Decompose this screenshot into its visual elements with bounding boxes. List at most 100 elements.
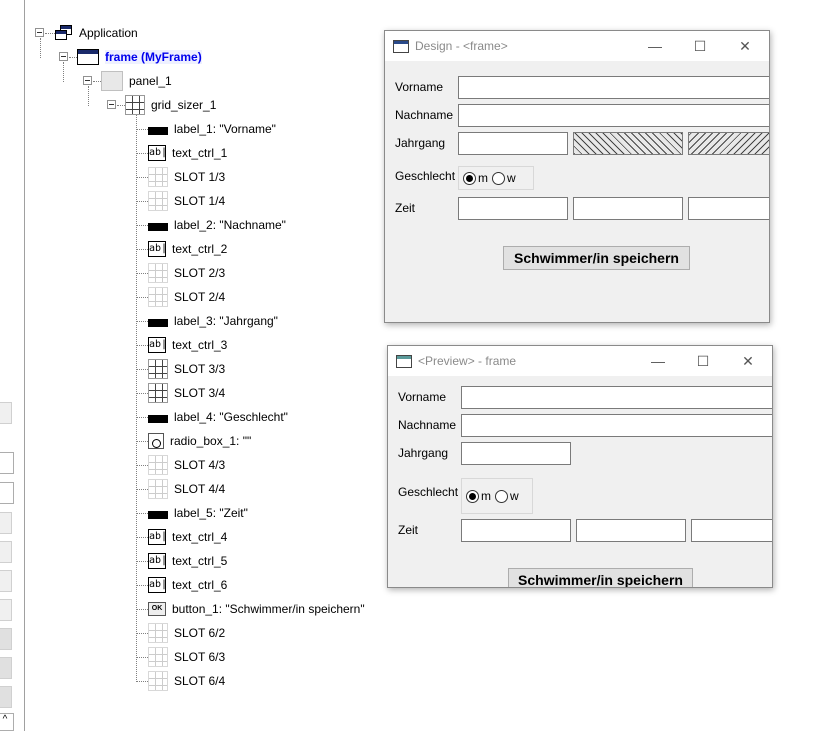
vorname-field[interactable] <box>458 76 769 99</box>
left-panel-button[interactable] <box>0 628 12 650</box>
left-panel-field[interactable] <box>0 482 14 504</box>
tree-node-label: text_ctrl_2 <box>172 242 228 256</box>
collapse-toggle[interactable] <box>59 52 68 61</box>
tree-node-label: text_ctrl_5 <box>172 554 228 568</box>
left-panel-button[interactable] <box>0 512 12 534</box>
tree-node[interactable]: SLOT 6/3 <box>148 647 225 667</box>
tree-node-label: button_1: "Schwimmer/in speichern" <box>172 602 365 616</box>
design-window-titlebar[interactable]: Design - <frame> — ☐ ✕ <box>385 31 769 61</box>
zeit-field-1[interactable] <box>461 519 571 542</box>
left-panel-button[interactable] <box>0 599 12 621</box>
tree-node-label: grid_sizer_1 <box>151 98 217 112</box>
tree-node[interactable]: ab| text_ctrl_2 <box>148 240 227 258</box>
radio-w[interactable]: w <box>495 489 519 503</box>
jahrgang-field[interactable] <box>461 442 571 465</box>
tree-node[interactable]: SLOT 3/4 <box>148 383 225 403</box>
window-icon <box>396 354 412 368</box>
tree-node[interactable]: OK button_1: "Schwimmer/in speichern" <box>148 600 365 618</box>
zeit-field-2[interactable] <box>576 519 686 542</box>
tree-node[interactable]: Application <box>55 24 138 42</box>
tree-node[interactable]: grid_sizer_1 <box>125 95 217 115</box>
design-window[interactable]: Design - <frame> — ☐ ✕ Vorname Nachname … <box>384 30 770 323</box>
label-icon <box>148 127 168 135</box>
maximize-icon[interactable]: ☐ <box>690 37 710 55</box>
empty-slot[interactable] <box>573 132 683 155</box>
tree-node[interactable]: SLOT 1/3 <box>148 167 226 187</box>
preview-window-content: Vorname Nachname Jahrgang Geschlecht m w… <box>388 377 772 587</box>
tree-node[interactable]: ab| text_ctrl_4 <box>148 528 227 546</box>
radio-m[interactable]: m <box>466 489 491 503</box>
save-button[interactable]: Schwimmer/in speichern <box>508 568 693 587</box>
zeit-label: Zeit <box>395 201 416 215</box>
zeit-field-1[interactable] <box>458 197 568 220</box>
tree-node[interactable]: label_4: "Geschlecht" <box>148 408 288 426</box>
empty-slot[interactable] <box>688 132 769 155</box>
slot-icon <box>148 647 168 667</box>
tree-node[interactable]: frame (MyFrame) <box>77 48 202 66</box>
left-panel-button[interactable] <box>0 402 12 424</box>
tree-node[interactable]: SLOT 1/4 <box>148 191 225 211</box>
scroll-up-icon[interactable]: ^ <box>0 713 14 731</box>
tree-connector <box>93 81 101 82</box>
tree-node-label: text_ctrl_6 <box>172 578 228 592</box>
collapse-toggle[interactable] <box>35 28 44 37</box>
tree-node[interactable]: SLOT 4/4 <box>148 479 225 499</box>
radio-w[interactable]: w <box>492 171 516 185</box>
nachname-field[interactable] <box>458 104 769 127</box>
preview-window[interactable]: <Preview> - frame — ☐ ✕ Vorname Nachname… <box>387 345 773 588</box>
tree-node[interactable]: panel_1 <box>101 71 172 91</box>
tree-node[interactable]: radio_box_1: "" <box>148 432 251 450</box>
tree-node-label: radio_box_1: "" <box>170 434 252 448</box>
zeit-field-3[interactable] <box>688 197 769 220</box>
zeit-field-3[interactable] <box>691 519 772 542</box>
jahrgang-label: Jahrgang <box>398 446 449 460</box>
tree-node[interactable]: label_2: "Nachname" <box>148 216 286 234</box>
left-panel-field[interactable] <box>0 452 14 474</box>
tree-node[interactable]: SLOT 6/4 <box>148 671 225 691</box>
tree-connector <box>69 57 77 58</box>
collapse-toggle[interactable] <box>83 76 92 85</box>
tree-node-label: SLOT 1/3 <box>174 170 226 184</box>
tree-node-label: text_ctrl_3 <box>172 338 228 352</box>
left-panel-button[interactable] <box>0 541 12 563</box>
tree-node[interactable]: SLOT 2/4 <box>148 287 225 307</box>
jahrgang-field[interactable] <box>458 132 568 155</box>
left-panel-button[interactable] <box>0 657 12 679</box>
tree-connector <box>136 110 137 682</box>
preview-window-titlebar[interactable]: <Preview> - frame — ☐ ✕ <box>388 346 772 376</box>
nachname-label: Nachname <box>398 418 457 432</box>
tree-node[interactable]: label_3: "Jahrgang" <box>148 312 278 330</box>
nachname-field[interactable] <box>461 414 772 437</box>
grid-sizer-icon <box>125 95 145 115</box>
text-ctrl-icon: ab| <box>148 241 167 257</box>
tree-node-label: SLOT 6/2 <box>174 626 226 640</box>
close-icon[interactable]: ✕ <box>735 37 755 55</box>
zeit-field-2[interactable] <box>573 197 683 220</box>
slot-icon <box>148 455 168 475</box>
left-panel-button[interactable] <box>0 570 12 592</box>
save-button[interactable]: Schwimmer/in speichern <box>503 246 690 270</box>
tree-node-label: SLOT 4/3 <box>174 458 226 472</box>
left-panel-button[interactable] <box>0 686 12 708</box>
geschlecht-radiobox[interactable]: m w <box>458 166 534 190</box>
tree-node[interactable]: ab| text_ctrl_1 <box>148 144 227 162</box>
collapse-toggle[interactable] <box>107 100 116 109</box>
vorname-field[interactable] <box>461 386 772 409</box>
tree-node[interactable]: ab| text_ctrl_3 <box>148 336 227 354</box>
maximize-icon[interactable]: ☐ <box>693 352 713 370</box>
minimize-icon[interactable]: — <box>648 352 668 370</box>
tree-node[interactable]: SLOT 2/3 <box>148 263 225 283</box>
tree-node[interactable]: ab| text_ctrl_5 <box>148 552 227 570</box>
tree-node[interactable]: label_1: "Vorname" <box>148 120 276 138</box>
window-icon <box>393 39 409 53</box>
tree-node[interactable]: SLOT 6/2 <box>148 623 226 643</box>
tree-node[interactable]: SLOT 3/3 <box>148 359 225 379</box>
tree-node[interactable]: ab| text_ctrl_6 <box>148 576 227 594</box>
tree-connector <box>136 585 148 586</box>
minimize-icon[interactable]: — <box>645 37 665 55</box>
close-icon[interactable]: ✕ <box>738 352 758 370</box>
radio-m[interactable]: m <box>463 171 488 185</box>
geschlecht-radiobox[interactable]: m w <box>461 478 533 514</box>
tree-node[interactable]: label_5: "Zeit" <box>148 504 248 522</box>
tree-node[interactable]: SLOT 4/3 <box>148 455 226 475</box>
